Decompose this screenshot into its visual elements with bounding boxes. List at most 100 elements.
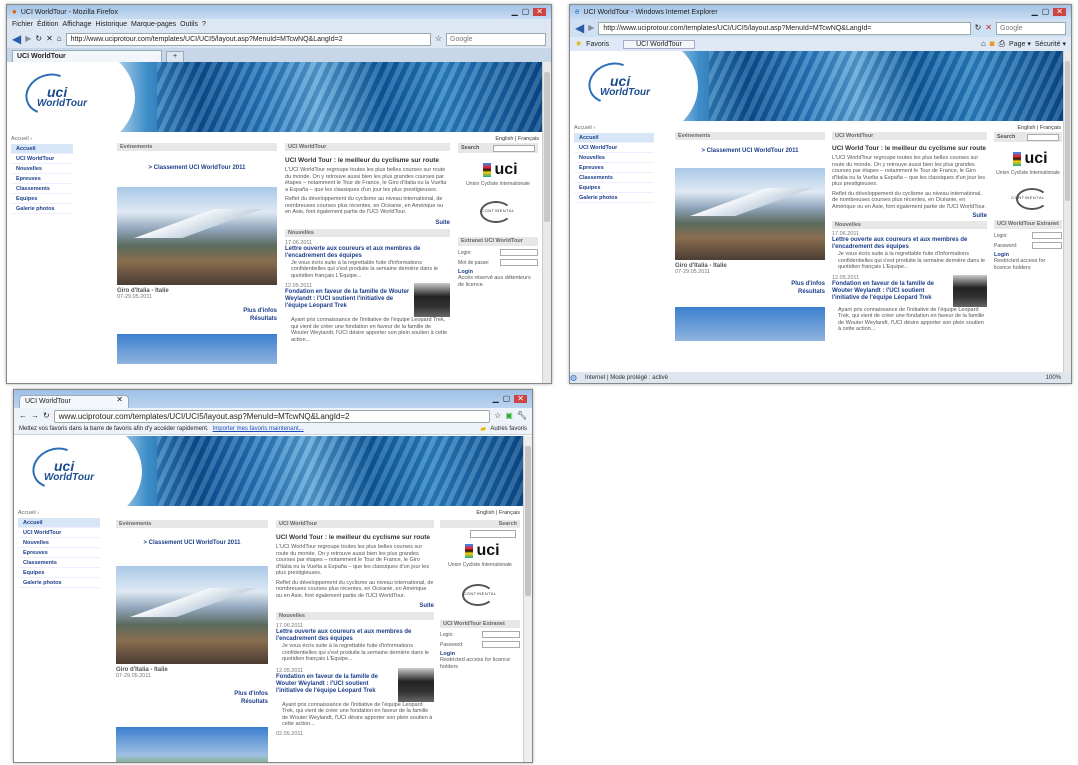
ie-home-icon[interactable]: ⌂	[981, 40, 986, 48]
sidebar-item-epreuves[interactable]: Epreuves	[11, 174, 73, 184]
favoris-button[interactable]: Favoris	[586, 41, 609, 48]
back-icon[interactable]: ◀	[12, 33, 21, 45]
sidebar-item-nouvelles[interactable]: Nouvelles	[574, 153, 654, 163]
results-link[interactable]: Résultats	[117, 316, 277, 322]
ie-print-icon[interactable]: ⎙	[999, 40, 1005, 48]
menu-historique[interactable]: Historique	[95, 21, 127, 28]
sidebar-item-galerie-photos[interactable]: Galerie photos	[574, 193, 654, 203]
ie-breadcrumb[interactable]: Accueil ›	[574, 125, 595, 131]
menu-affichage[interactable]: Affichage	[62, 21, 91, 28]
chrome-tab-uci[interactable]: UCI WorldTour ✕	[19, 395, 129, 408]
news2-photo[interactable]	[414, 283, 450, 317]
menu-fichier[interactable]: Fichier	[12, 21, 33, 28]
tab-close-icon[interactable]: ✕	[116, 396, 123, 408]
other-bookmarks[interactable]: Autres favoris	[490, 426, 527, 432]
sidebar-item-epreuves[interactable]: Epreuves	[574, 163, 654, 173]
chrome-page-icon[interactable]: ▣	[505, 412, 513, 420]
ie-forward-icon[interactable]: ▶	[588, 24, 594, 32]
login-field[interactable]: Login:	[458, 249, 538, 256]
chrome-star-icon[interactable]: ☆	[494, 412, 501, 420]
results-link[interactable]: Résultats	[116, 699, 268, 705]
login-field[interactable]: Login:	[994, 232, 1062, 239]
sidebar-item-epreuves[interactable]: Epreuves	[18, 548, 100, 558]
tab-uci-worldtour[interactable]: UCI WorldTour	[12, 50, 162, 62]
sidebar-item-equipes[interactable]: Equipes	[18, 568, 100, 578]
sidebar-item-equipes[interactable]: Equipes	[574, 183, 654, 193]
classement-link[interactable]: > Classement UCI WorldTour 2011	[675, 148, 825, 154]
uci-logo[interactable]: uci	[440, 542, 520, 560]
sidebar-item-classements[interactable]: Classements	[18, 558, 100, 568]
classement-link[interactable]: > Classement UCI WorldTour 2011	[117, 165, 277, 171]
ie-zoom[interactable]: 100%	[1046, 375, 1061, 381]
chrome-maximize-icon[interactable]: ▢	[503, 395, 511, 403]
chrome-omnibox[interactable]: www.uciprotour.com/templates/UCI/UCI5/la…	[53, 409, 491, 423]
reload-icon[interactable]: ↻	[35, 35, 42, 43]
search-box[interactable]: Search	[458, 143, 538, 153]
suite-link[interactable]: Suite	[832, 213, 987, 219]
sidebar-item-classements[interactable]: Classements	[11, 184, 73, 194]
password-field[interactable]: Mot de passe:	[458, 259, 538, 266]
sidebar-item-nouvelles[interactable]: Nouvelles	[18, 538, 100, 548]
sidebar-item-uci-worldtour[interactable]: UCI WorldTour	[574, 143, 654, 153]
menu-edition[interactable]: Édition	[37, 21, 58, 28]
ie-security-menu[interactable]: Sécurité ▾	[1035, 40, 1066, 48]
suite-link[interactable]: Suite	[276, 603, 434, 609]
site-search-input[interactable]	[470, 530, 516, 538]
maximize-icon[interactable]: ▢	[522, 8, 530, 16]
news2-title[interactable]: Fondation en faveur de la famille de Wou…	[832, 281, 950, 302]
login-field[interactable]: Login:	[440, 631, 520, 638]
chrome-back-icon[interactable]: ←	[19, 412, 27, 420]
search-input[interactable]: Google	[446, 32, 546, 46]
sidebar-item-uci-worldtour[interactable]: UCI WorldTour	[18, 528, 100, 538]
second-photo[interactable]	[116, 727, 268, 762]
password-field[interactable]: Password:	[994, 242, 1062, 249]
giro-photo[interactable]	[675, 168, 825, 260]
ie-scrollbar[interactable]	[1063, 51, 1071, 372]
chrome-scrollbar[interactable]	[523, 436, 532, 762]
more-info-link[interactable]: Plus d'infos	[675, 281, 825, 287]
ie-maximize-icon[interactable]: ▢	[1042, 8, 1050, 16]
more-info-link[interactable]: Plus d'infos	[116, 691, 268, 697]
news1-title[interactable]: Lettre ouverte aux coureurs et aux membr…	[276, 629, 434, 643]
second-photo[interactable]	[117, 334, 277, 364]
password-field[interactable]: Password:	[440, 641, 520, 648]
sidebar-item-equipes[interactable]: Equipes	[11, 194, 73, 204]
second-photo[interactable]	[675, 307, 825, 341]
close-icon[interactable]: ✕	[533, 8, 546, 16]
language-switch[interactable]: English | Français	[495, 136, 539, 142]
sidebar-item-accueil[interactable]: Accueil	[574, 133, 654, 143]
ie-stop-icon[interactable]: ✕	[985, 24, 992, 32]
forward-icon[interactable]: ▶	[25, 35, 31, 43]
stop-icon[interactable]: ✕	[46, 35, 53, 43]
chrome-minimize-icon[interactable]: ▁	[493, 395, 499, 403]
new-tab-button[interactable]: +	[166, 51, 185, 62]
favorites-star-icon[interactable]: ★	[575, 40, 582, 48]
chrome-language-switch[interactable]: English | Français	[476, 510, 520, 516]
continental-logo[interactable]: CONTINENTAL	[440, 582, 520, 606]
suite-link[interactable]: Suite	[285, 220, 450, 226]
ie-address-bar[interactable]: http://www.uciprotour.com/templates/UCI/…	[598, 21, 971, 35]
ie-search-input[interactable]: Google	[996, 21, 1066, 35]
ie-minimize-icon[interactable]: ▁	[1032, 8, 1038, 16]
news2-title[interactable]: Fondation en faveur de la famille de Wou…	[276, 674, 395, 695]
search-box[interactable]: Search	[994, 132, 1062, 142]
news2-title[interactable]: Fondation en faveur de la famille de Wou…	[285, 289, 411, 310]
menu-outils[interactable]: Outils	[180, 21, 198, 28]
uci-worldtour-logo[interactable]: uci WorldTour	[19, 66, 93, 122]
uci-logo[interactable]: uci	[458, 161, 538, 179]
continental-logo[interactable]: CONTINENTAL	[458, 199, 538, 223]
giro-photo[interactable]	[116, 566, 268, 664]
ie-close-icon[interactable]: ✕	[1053, 8, 1066, 16]
sidebar-item-nouvelles[interactable]: Nouvelles	[11, 164, 73, 174]
ie-refresh-icon[interactable]: ↻	[975, 24, 982, 32]
ie-page-menu[interactable]: Page ▾	[1009, 40, 1031, 48]
sidebar-item-uci-worldtour[interactable]: UCI WorldTour	[11, 154, 73, 164]
chrome-forward-icon[interactable]: →	[31, 412, 39, 420]
ie-tab[interactable]: UCI WorldTour	[623, 39, 695, 49]
news2-photo[interactable]	[398, 667, 434, 702]
sidebar-item-accueil[interactable]: Accueil	[18, 518, 100, 528]
giro-photo[interactable]	[117, 187, 277, 285]
continental-logo[interactable]: CONTINENTAL	[994, 186, 1062, 210]
firefox-scrollbar[interactable]	[542, 62, 551, 383]
site-search-input[interactable]	[1027, 133, 1059, 141]
